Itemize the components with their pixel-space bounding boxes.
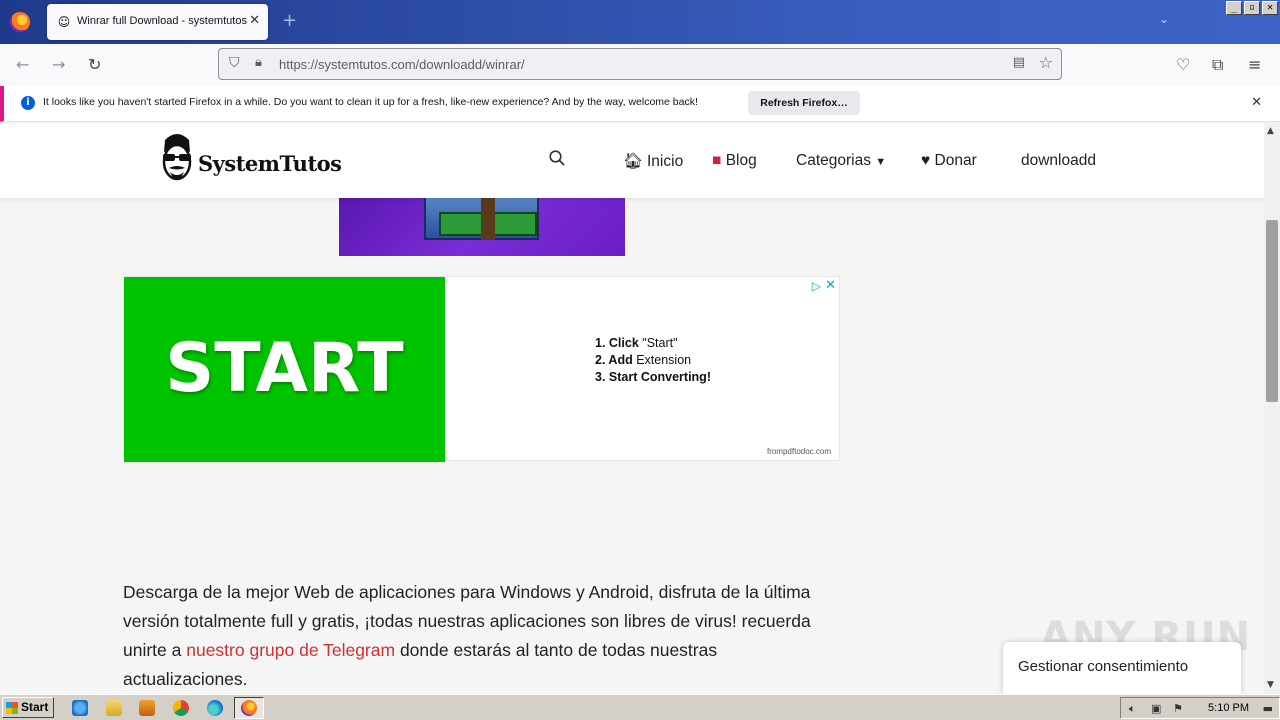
window-controls: _ ▫ ✕ [1226, 1, 1278, 15]
notification-message: It looks like you haven't started Firefo… [43, 96, 698, 108]
ad-step-2-rest: Extension [632, 353, 692, 367]
url-path: /downloadd/winrar/ [415, 57, 525, 72]
tab-title: Winrar full Download - systemtutos [77, 15, 247, 27]
menu-hamburger-icon[interactable]: ≡ [1248, 55, 1261, 74]
ad-step-3-bold: 3. Start Converting! [595, 370, 711, 384]
site-header: SystemTutos 🏠︎ Inicio ■ Blog Categorias … [0, 124, 1264, 198]
restore-button[interactable]: ▫ [1244, 1, 1260, 15]
tab-active[interactable]: ☺ Winrar full Download - systemtutos ✕ [47, 4, 268, 40]
menu-item-categorias[interactable]: Categorias ▼ [796, 152, 886, 170]
search-icon[interactable] [549, 150, 565, 166]
tracking-shield-icon[interactable]: ⛉ [229, 55, 240, 71]
network-icon[interactable]: ▣ [1151, 702, 1161, 715]
ad-steps-list: 1. Click "Start" 2. Add Extension 3. Sta… [595, 335, 711, 386]
notification-bar: i It looks like you haven't started Fire… [0, 86, 1280, 122]
system-tray: 🔈︎ ▣ ⚑ 5:10 PM ▬ [1120, 697, 1280, 719]
reader-view-icon[interactable]: ▤ [1013, 55, 1025, 70]
ad-step-2-bold: 2. Add [595, 353, 633, 367]
page-viewport: SystemTutos 🏠︎ Inicio ■ Blog Categorias … [0, 122, 1264, 694]
ad-close-icon[interactable]: ✕ [825, 278, 836, 293]
adchoices-icon[interactable]: ▷ [812, 279, 821, 293]
taskbar-firefox-button[interactable] [234, 697, 264, 719]
ad-domain: frompdftodoc.com [766, 447, 831, 456]
house-icon: 🏠︎ [623, 153, 643, 170]
volume-icon[interactable]: 🔈︎ [1129, 702, 1136, 716]
telegram-link[interactable]: nuestro grupo de Telegram [186, 640, 395, 660]
ad-start-headline[interactable]: START [124, 329, 445, 408]
manage-consent-button[interactable]: Gestionar consentimiento [1003, 642, 1241, 694]
start-button[interactable]: Start [2, 697, 54, 718]
extensions-icon[interactable]: ⧉ [1212, 55, 1223, 75]
menu-label-donar: Donar [934, 152, 977, 169]
back-arrow-icon[interactable]: ← [16, 55, 29, 74]
navigation-toolbar: ← → ↻ ⛉ 🔒︎ https://systemtutos.com/downl… [0, 44, 1280, 86]
menu-label-categorias: Categorias [796, 152, 871, 169]
ad-step-1: 1. Click "Start" [595, 335, 711, 352]
site-logo-text[interactable]: SystemTutos [198, 151, 342, 176]
bookmark-star-icon[interactable]: ☆ [1039, 53, 1053, 72]
url-bar[interactable]: ⛉ 🔒︎ https://systemtutos.com/downloadd/w… [218, 48, 1062, 80]
heart-icon: ♥ [921, 152, 931, 169]
ad-step-2: 2. Add Extension [595, 352, 711, 369]
url-host: https://systemtutos.com [279, 57, 416, 72]
menu-item-blog[interactable]: ■ Blog [712, 152, 757, 170]
info-icon: i [21, 96, 35, 110]
list-all-tabs-icon[interactable]: ⌄ [1159, 12, 1169, 26]
ad-step-1-rest: "Start" [638, 336, 678, 350]
windows-taskbar: Start 🔈︎ ▣ ⚑ 5:10 PM ▬ [0, 694, 1280, 720]
edge-icon[interactable] [207, 700, 223, 716]
book-icon: ■ [712, 152, 722, 169]
forward-arrow-icon[interactable]: → [52, 55, 65, 74]
show-desktop-icon[interactable]: ▬ [1263, 702, 1273, 715]
browser-titlebar: ☺ Winrar full Download - systemtutos ✕ +… [0, 0, 1280, 44]
menu-item-donar[interactable]: ♥ Donar [921, 152, 977, 170]
winrar-strap-graphic [481, 198, 495, 240]
clock[interactable]: 5:10 PM [1208, 702, 1249, 714]
windows-flag-icon [6, 702, 18, 714]
pocket-icon[interactable]: ♡ [1176, 55, 1190, 74]
advertisement-banner[interactable]: START 1. Click "Start" 2. Add Extension … [123, 276, 840, 462]
winrar-banner-image [339, 198, 625, 256]
refresh-firefox-button[interactable]: Refresh Firefox… [748, 91, 860, 115]
notification-close-icon[interactable]: ✕ [1251, 95, 1262, 110]
new-tab-icon[interactable]: + [282, 10, 297, 31]
url-text[interactable]: https://systemtutos.com/downloadd/winrar… [279, 57, 525, 72]
page-scrollbar[interactable]: ▲ ▼ [1264, 122, 1280, 694]
menu-label-blog: Blog [725, 152, 757, 169]
menu-item-downloadd[interactable]: downloadd [1021, 152, 1096, 170]
close-window-button[interactable]: ✕ [1262, 1, 1278, 15]
lock-icon[interactable]: 🔒︎ [255, 55, 262, 70]
scroll-down-icon[interactable]: ▼ [1267, 680, 1274, 690]
folder-icon[interactable] [106, 700, 122, 716]
minimize-button[interactable]: _ [1226, 1, 1242, 15]
scroll-up-icon[interactable]: ▲ [1267, 126, 1274, 136]
internet-explorer-icon[interactable] [72, 700, 88, 716]
ad-step-3: 3. Start Converting! [595, 369, 711, 386]
menu-label-inicio: Inicio [647, 153, 684, 170]
menu-item-inicio[interactable]: 🏠︎ Inicio [623, 152, 683, 171]
ad-step-1-bold: 1. Click [595, 336, 639, 350]
reload-icon[interactable]: ↻ [88, 55, 101, 74]
firefox-taskbar-icon [241, 700, 257, 716]
firefox-logo-icon[interactable] [10, 12, 30, 32]
logo-face-icon[interactable] [157, 130, 197, 192]
tab-close-icon[interactable]: ✕ [249, 13, 260, 28]
scrollbar-thumb[interactable] [1266, 220, 1278, 402]
site-favicon-icon: ☺ [57, 15, 71, 29]
action-center-flag-icon[interactable]: ⚑ [1173, 702, 1183, 715]
chevron-down-icon: ▼ [875, 156, 887, 168]
media-player-icon[interactable] [139, 700, 155, 716]
intro-paragraph: Descarga de la mejor Web de aplicaciones… [123, 578, 843, 694]
chrome-icon[interactable] [173, 700, 189, 716]
start-label: Start [21, 700, 49, 714]
